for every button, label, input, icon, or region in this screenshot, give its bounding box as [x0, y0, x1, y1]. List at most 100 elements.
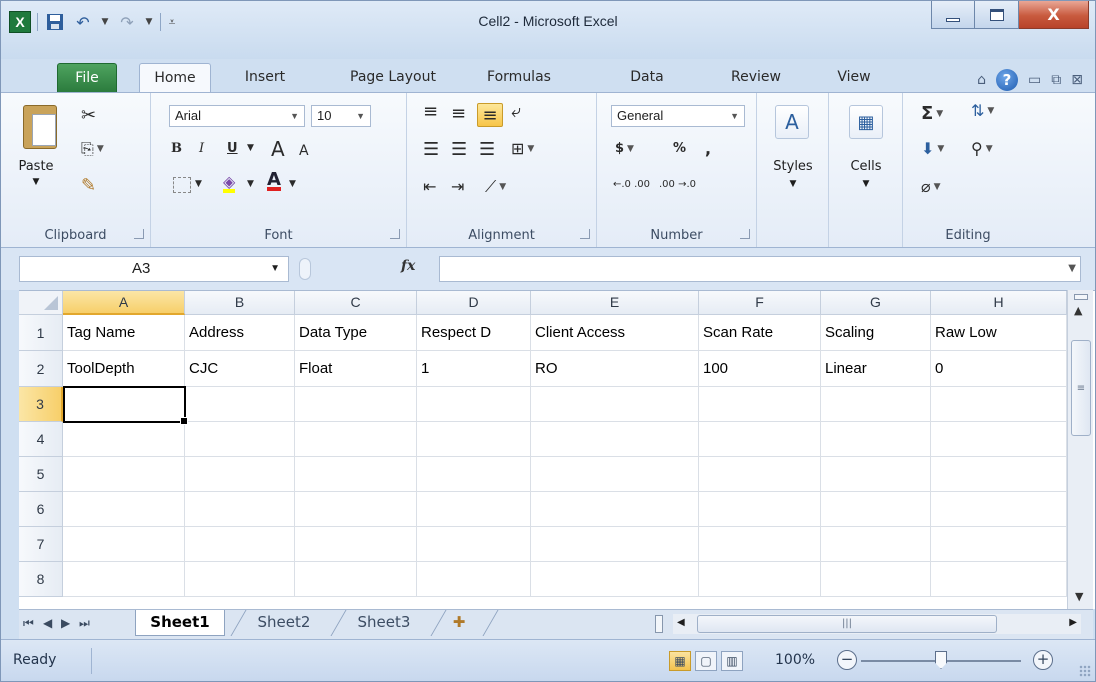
name-box[interactable]: A3 ▼ [19, 256, 289, 282]
tab-data[interactable]: Data [617, 63, 677, 93]
cell-h1[interactable]: Raw Low [931, 315, 1067, 351]
cell-c7[interactable] [295, 527, 417, 562]
cell-g3[interactable] [821, 387, 931, 422]
column-header-d[interactable]: D [417, 291, 531, 315]
page-break-view-button[interactable]: ▥ [721, 651, 743, 671]
workbook-close-icon[interactable]: ⊠ [1071, 72, 1083, 88]
cell-g8[interactable] [821, 562, 931, 597]
row-header-8[interactable]: 8 [19, 562, 63, 597]
cell-d7[interactable] [417, 527, 531, 562]
minimize-ribbon-icon[interactable]: ⌂ [977, 72, 986, 88]
cell-b4[interactable] [185, 422, 295, 457]
column-header-b[interactable]: B [185, 291, 295, 315]
cell-g6[interactable] [821, 492, 931, 527]
row-header-2[interactable]: 2 [19, 351, 63, 387]
cell-c2[interactable]: Float [295, 351, 417, 387]
zoom-level[interactable]: 100% [775, 652, 815, 668]
row-header-3[interactable]: 3 [19, 387, 63, 422]
cell-d1[interactable]: Respect D [417, 315, 531, 351]
zoom-slider-thumb[interactable] [935, 651, 947, 669]
minimize-button[interactable] [931, 1, 975, 29]
cell-h6[interactable] [931, 492, 1067, 527]
borders-icon[interactable] [173, 177, 191, 193]
cell-d5[interactable] [417, 457, 531, 492]
align-bottom-icon[interactable]: ≡ [477, 103, 503, 127]
cut-icon[interactable]: ✂ [81, 105, 96, 126]
cell-e7[interactable] [531, 527, 699, 562]
tab-review[interactable]: Review [715, 63, 797, 93]
tab-page-layout[interactable]: Page Layout [331, 63, 455, 93]
help-icon[interactable]: ? [996, 69, 1019, 91]
cell-a2[interactable]: ToolDepth [63, 351, 185, 387]
group-styles[interactable]: A Styles ▼ [757, 93, 829, 247]
wrap-text-icon[interactable]: ⤶ [511, 101, 521, 122]
decrease-indent-icon[interactable]: ⇤ [423, 177, 436, 196]
formula-bar-splitter[interactable] [299, 258, 311, 280]
cell-a8[interactable] [63, 562, 185, 597]
fill-color-dropdown-icon[interactable]: ▼ [247, 179, 254, 189]
normal-view-button[interactable]: ▦ [669, 651, 691, 671]
autosum-button[interactable]: Σ ▼ [921, 103, 943, 124]
cell-e3[interactable] [531, 387, 699, 422]
cell-h8[interactable] [931, 562, 1067, 597]
cell-g7[interactable] [821, 527, 931, 562]
zoom-out-button[interactable]: − [837, 650, 857, 670]
font-size-combo[interactable]: 10 ▼ [311, 105, 371, 127]
expand-formula-bar-icon[interactable]: ▼ [1068, 263, 1076, 274]
column-header-g[interactable]: G [821, 291, 931, 315]
sort-filter-icon[interactable]: ⇅ ▼ [971, 101, 994, 120]
cell-e5[interactable] [531, 457, 699, 492]
sheet-tab-sheet1[interactable]: Sheet1 [135, 610, 225, 636]
column-header-e[interactable]: E [531, 291, 699, 315]
cell-d4[interactable] [417, 422, 531, 457]
scroll-right-icon[interactable]: ▶ [1069, 617, 1077, 628]
cell-g2[interactable]: Linear [821, 351, 931, 387]
cell-f6[interactable] [699, 492, 821, 527]
page-layout-view-button[interactable]: ▢ [695, 651, 717, 671]
number-format-combo[interactable]: General ▼ [611, 105, 745, 127]
decrease-decimal-button[interactable]: .00 →.0 [659, 179, 696, 190]
cell-h4[interactable] [931, 422, 1067, 457]
sheet-tab-sheet3[interactable]: Sheet3 [341, 610, 427, 636]
cell-d8[interactable] [417, 562, 531, 597]
workbook-minimize-icon[interactable]: ▭ [1028, 72, 1041, 88]
next-sheet-icon[interactable]: ▶ [61, 616, 70, 630]
cell-c6[interactable] [295, 492, 417, 527]
merge-center-icon[interactable]: ⊞ ▼ [511, 139, 534, 158]
vertical-scrollbar[interactable]: ▲ ≡ ▼ [1067, 290, 1093, 609]
align-top-icon[interactable]: ≡ [423, 101, 438, 122]
tab-formulas[interactable]: Formulas [463, 63, 575, 93]
cell-e8[interactable] [531, 562, 699, 597]
cell-g5[interactable] [821, 457, 931, 492]
cell-d2[interactable]: 1 [417, 351, 531, 387]
horizontal-scrollbar[interactable]: ◀ ||| ▶ [673, 614, 1081, 634]
tab-insert[interactable]: Insert [229, 63, 301, 93]
vertical-split-handle[interactable] [1074, 294, 1088, 300]
cell-e4[interactable] [531, 422, 699, 457]
font-color-icon[interactable]: A [267, 171, 281, 191]
align-center-icon[interactable]: ☰ [451, 139, 467, 160]
percent-button[interactable]: % [673, 141, 686, 156]
number-launcher-icon[interactable] [740, 229, 750, 239]
cell-c4[interactable] [295, 422, 417, 457]
underline-button[interactable]: U [227, 141, 238, 156]
last-sheet-icon[interactable]: ⏭ [79, 616, 90, 631]
font-color-dropdown-icon[interactable]: ▼ [289, 179, 296, 189]
cell-b8[interactable] [185, 562, 295, 597]
cell-d3[interactable] [417, 387, 531, 422]
cell-a7[interactable] [63, 527, 185, 562]
cell-a6[interactable] [63, 492, 185, 527]
insert-function-icon[interactable]: fx [401, 258, 415, 274]
underline-dropdown-icon[interactable]: ▼ [247, 143, 254, 153]
format-painter-icon[interactable]: ✎ [81, 175, 96, 196]
scroll-left-icon[interactable]: ◀ [677, 617, 685, 628]
currency-button[interactable]: $ ▼ [615, 141, 634, 156]
select-all-corner[interactable] [19, 291, 63, 315]
first-sheet-icon[interactable]: ⏮ [23, 616, 34, 631]
zoom-in-button[interactable]: + [1033, 650, 1053, 670]
horizontal-scroll-thumb[interactable]: ||| [697, 615, 997, 633]
resize-grip-icon[interactable] [1079, 665, 1091, 677]
align-middle-icon[interactable]: ≡ [451, 103, 466, 124]
scroll-down-icon[interactable]: ▼ [1075, 590, 1083, 603]
row-header-5[interactable]: 5 [19, 457, 63, 492]
